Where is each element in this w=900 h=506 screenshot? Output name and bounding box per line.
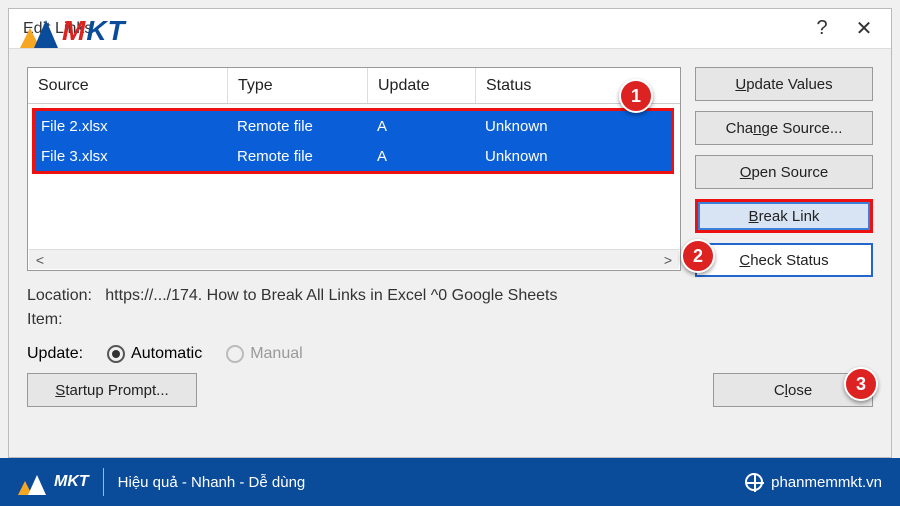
radio-unselected-icon bbox=[226, 345, 244, 363]
brand-footer: MKT Hiệu quả - Nhanh - Dễ dùng phanmemmk… bbox=[0, 458, 900, 506]
selected-rows-highlight: File 2.xlsx Remote file A Unknown File 3… bbox=[32, 108, 674, 174]
location-value: https://.../174. How to Break All Links … bbox=[105, 287, 557, 304]
update-label: Update: bbox=[27, 345, 83, 363]
cell-type: Remote file bbox=[231, 148, 371, 165]
list-row[interactable]: File 2.xlsx Remote file A Unknown bbox=[35, 111, 671, 141]
horizontal-scrollbar[interactable]: < > bbox=[29, 249, 679, 269]
help-button[interactable]: ? bbox=[801, 9, 843, 49]
change-source-button[interactable]: Change Source... bbox=[695, 111, 873, 145]
list-header: Source Type Update Status bbox=[28, 68, 680, 104]
mkt-footer-icon bbox=[18, 469, 48, 495]
startup-prompt-button[interactable]: Startup Prompt... bbox=[27, 373, 197, 407]
footer-site: phanmemmkt.vn bbox=[771, 474, 882, 491]
col-update[interactable]: Update bbox=[368, 68, 476, 103]
item-label: Item: bbox=[27, 311, 63, 328]
list-row[interactable]: File 3.xlsx Remote file A Unknown bbox=[35, 141, 671, 171]
cell-type: Remote file bbox=[231, 118, 371, 135]
scroll-right-icon[interactable]: > bbox=[657, 252, 679, 268]
radio-selected-icon bbox=[107, 345, 125, 363]
update-values-button[interactable]: Update Values bbox=[695, 67, 873, 101]
globe-icon bbox=[745, 473, 763, 491]
cell-update: A bbox=[371, 118, 479, 135]
edit-links-dialog: Edit Links ? ✕ Source Type Update Status… bbox=[8, 8, 892, 458]
cell-status: Unknown bbox=[479, 118, 671, 135]
scroll-left-icon[interactable]: < bbox=[29, 252, 51, 268]
open-source-button[interactable]: Open Source bbox=[695, 155, 873, 189]
mkt-watermark-logo: MKT bbox=[20, 14, 126, 48]
annotation-badge-3: 3 bbox=[844, 367, 878, 401]
footer-brand: MKT bbox=[54, 473, 89, 491]
cell-source: File 2.xlsx bbox=[35, 118, 231, 135]
check-status-button[interactable]: Check Status bbox=[695, 243, 873, 277]
cell-source: File 3.xlsx bbox=[35, 148, 231, 165]
dialog-title: Edit Links bbox=[15, 20, 801, 38]
col-source[interactable]: Source bbox=[28, 68, 228, 103]
annotation-badge-1: 1 bbox=[619, 79, 653, 113]
links-list[interactable]: Source Type Update Status File 2.xlsx Re… bbox=[27, 67, 681, 271]
titlebar: Edit Links ? ✕ bbox=[9, 9, 891, 49]
list-empty-area bbox=[28, 176, 680, 248]
update-automatic-radio[interactable]: Automatic bbox=[107, 345, 202, 363]
mkt-mountain-icon bbox=[20, 14, 58, 48]
location-label: Location: bbox=[27, 287, 92, 304]
cell-update: A bbox=[371, 148, 479, 165]
close-window-button[interactable]: ✕ bbox=[843, 9, 885, 49]
break-link-button[interactable]: Break Link bbox=[695, 199, 873, 233]
cell-status: Unknown bbox=[479, 148, 671, 165]
update-manual-radio[interactable]: Manual bbox=[226, 345, 302, 363]
annotation-badge-2: 2 bbox=[681, 239, 715, 273]
col-type[interactable]: Type bbox=[228, 68, 368, 103]
footer-slogan: Hiệu quả - Nhanh - Dễ dùng bbox=[118, 474, 306, 491]
